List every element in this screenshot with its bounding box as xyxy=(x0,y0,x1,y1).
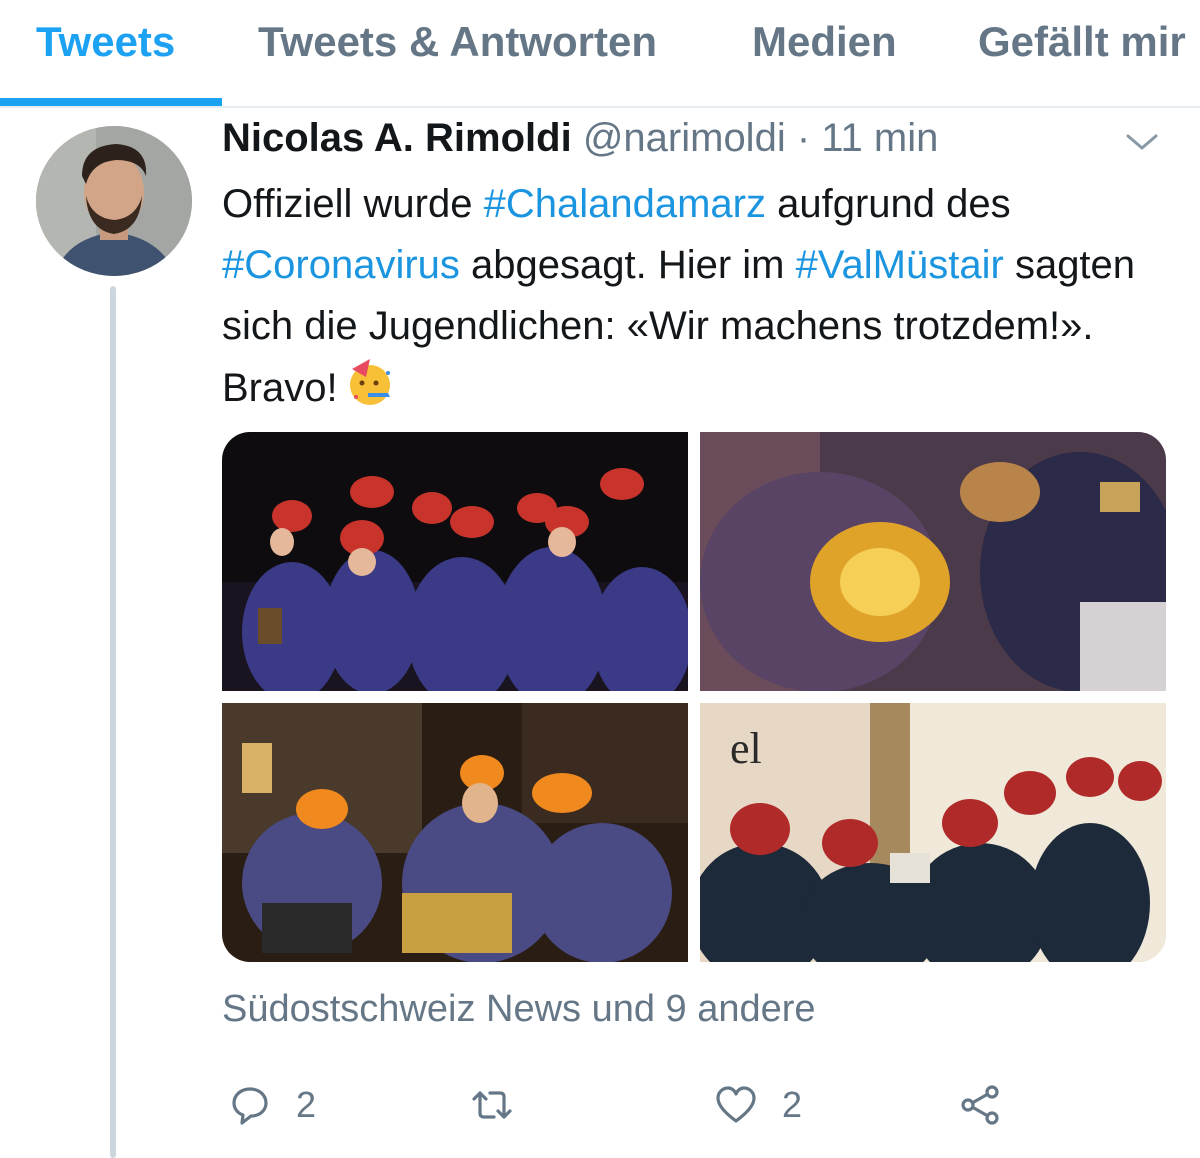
profile-tabs: Tweets Tweets & Antworten Medien Gefällt… xyxy=(0,0,1200,108)
timestamp[interactable]: 11 min xyxy=(821,116,938,160)
active-tab-indicator xyxy=(0,98,222,106)
like-icon xyxy=(716,1086,756,1123)
reply-button[interactable]: 2 xyxy=(228,1080,316,1130)
share-icon xyxy=(961,1085,999,1125)
tweet-header: Nicolas A. Rimoldi @narimoldi · 11 min xyxy=(222,116,938,161)
like-count: 2 xyxy=(782,1084,803,1125)
tweet-text-segment: Offiziell wurde xyxy=(222,182,484,226)
author-handle[interactable]: @narimoldi xyxy=(583,116,786,160)
photo-sign-text: el xyxy=(730,724,762,773)
hashtag-link[interactable]: #Coronavirus xyxy=(222,243,460,287)
partying-face-emoji xyxy=(344,357,396,409)
photo-4[interactable]: el xyxy=(700,703,1166,962)
tweet-text-segment: abgesagt. Hier im xyxy=(459,243,796,287)
hashtag-link[interactable]: #ValMüstair xyxy=(796,243,1004,287)
hashtag-link[interactable]: #Chalandamarz xyxy=(484,182,766,226)
photo-3[interactable] xyxy=(222,703,688,962)
tab-media[interactable]: Medien xyxy=(752,18,897,66)
photo-2[interactable] xyxy=(700,432,1166,691)
avatar[interactable] xyxy=(36,126,192,276)
retweet-icon xyxy=(472,1091,512,1119)
tweet-text: Offiziell wurde #Chalandamarz aufgrund d… xyxy=(222,174,1182,419)
reply-count: 2 xyxy=(296,1084,317,1125)
media-grid: el xyxy=(222,432,1166,962)
chevron-down-icon[interactable] xyxy=(1124,130,1160,154)
reply-icon xyxy=(232,1087,268,1125)
tab-tweets-and-replies[interactable]: Tweets & Antworten xyxy=(258,18,657,66)
tab-likes[interactable]: Gefällt mir xyxy=(978,18,1186,66)
like-button[interactable]: 2 xyxy=(714,1080,802,1130)
photo-1[interactable] xyxy=(222,432,688,691)
tab-tweets[interactable]: Tweets xyxy=(36,18,175,66)
author-name[interactable]: Nicolas A. Rimoldi xyxy=(222,116,572,160)
retweet-button[interactable] xyxy=(470,1080,538,1130)
separator-dot: · xyxy=(796,116,811,160)
tweet-text-segment: aufgrund des xyxy=(765,182,1011,226)
share-button[interactable] xyxy=(958,1080,1002,1130)
social-context[interactable]: Südostschweiz News und 9 andere xyxy=(222,988,816,1031)
thread-line xyxy=(110,286,116,1158)
